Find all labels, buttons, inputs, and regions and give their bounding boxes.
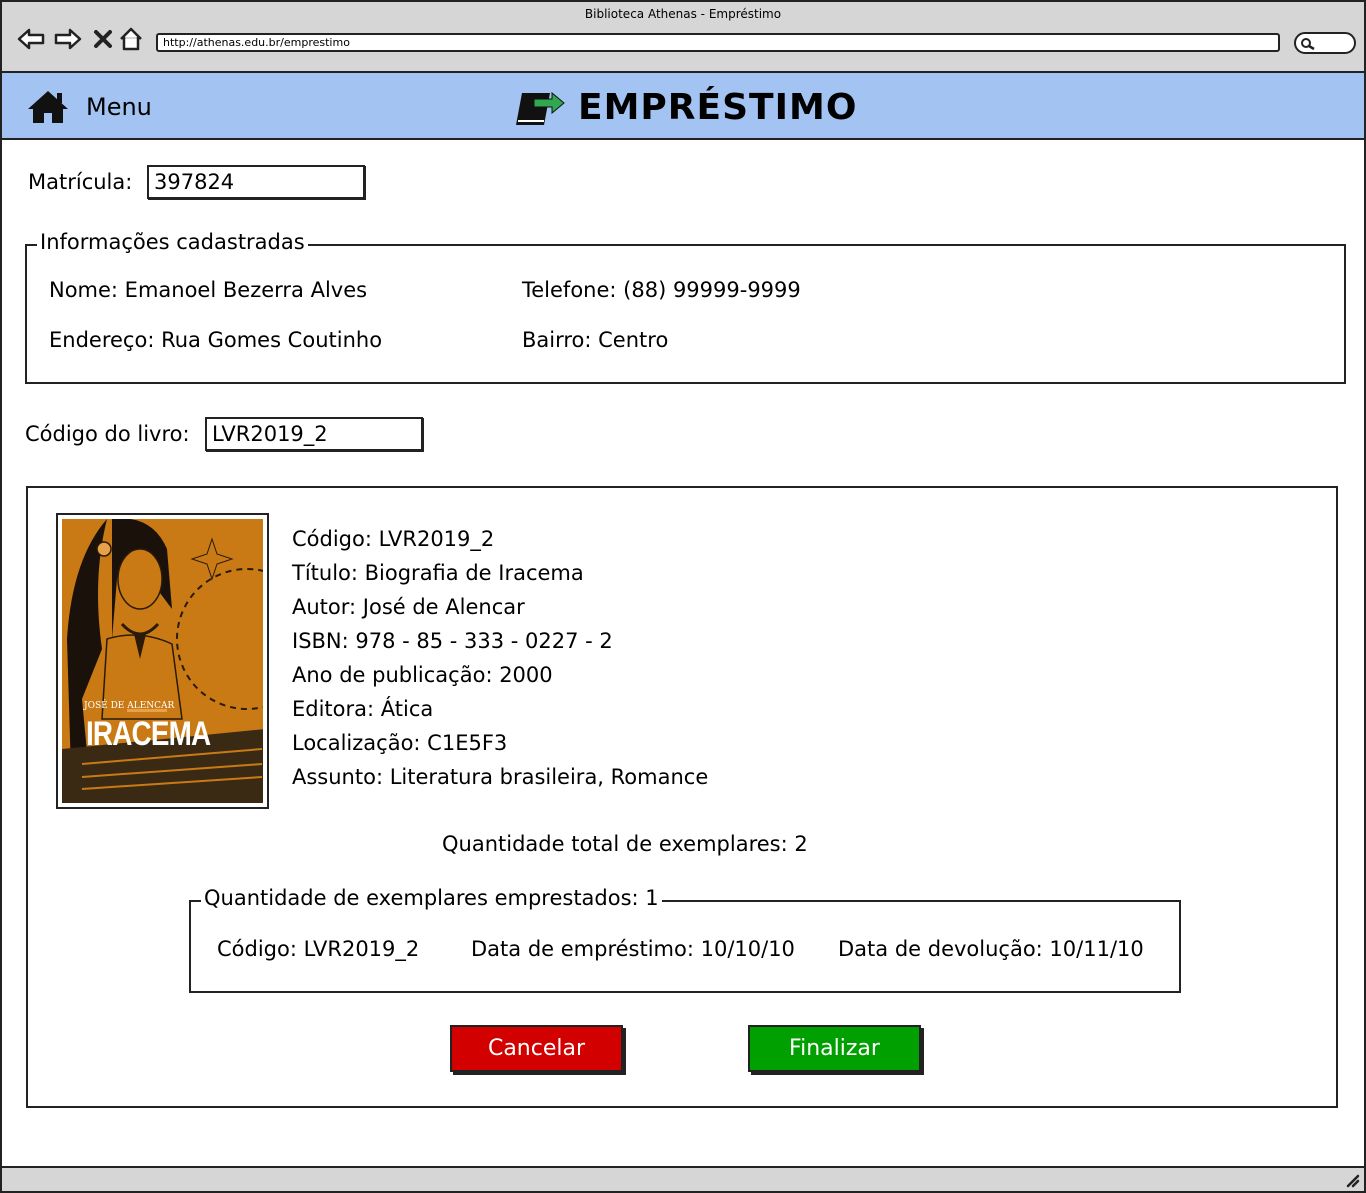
browser-search[interactable]	[1294, 32, 1356, 54]
registered-info-legend: Informações cadastradas	[37, 230, 308, 254]
home-icon	[28, 91, 68, 123]
book-titulo: Título: Biografia de Iracema	[292, 561, 584, 585]
page-heading: EMPRÉSTIMO	[514, 85, 857, 129]
loan-codigo: Código: LVR2019_2	[217, 937, 420, 961]
finish-button[interactable]: Finalizar	[748, 1025, 921, 1072]
book-assunto: Assunto: Literatura brasileira, Romance	[292, 765, 709, 789]
book-editora: Editora: Ática	[292, 697, 434, 721]
address-bar[interactable]: http://athenas.edu.br/emprestimo	[156, 33, 1280, 52]
loan-date: Data de empréstimo: 10/10/10	[471, 937, 795, 961]
loans-legend: Quantidade de exemplares emprestados: 1	[201, 886, 662, 910]
matricula-input[interactable]: 397824	[147, 165, 365, 199]
cover-author: JOSÉ DE ALENCAR	[84, 701, 175, 711]
browser-chrome: Biblioteca Athenas - Empréstimo http://a…	[2, 2, 1364, 73]
nome-text: Nome: Emanoel Bezerra Alves	[49, 278, 368, 302]
resize-grip-icon[interactable]	[1344, 1172, 1360, 1188]
total-copies-text: Quantidade total de exemplares: 2	[442, 832, 808, 856]
status-bar	[2, 1166, 1364, 1191]
page-title: EMPRÉSTIMO	[578, 86, 858, 128]
menu-label: Menu	[86, 93, 152, 121]
bairro-text: Bairro: Centro	[522, 328, 669, 352]
endereco-text: Endereço: Rua Gomes Coutinho	[49, 328, 383, 352]
book-autor: Autor: José de Alencar	[292, 595, 525, 619]
book-code-input[interactable]: LVR2019_2	[205, 417, 423, 451]
home-icon[interactable]	[116, 24, 146, 54]
stop-icon[interactable]	[88, 24, 118, 54]
book-code-label: Código do livro:	[25, 422, 190, 446]
book-ano: Ano de publicação: 2000	[292, 663, 553, 687]
cover-title: IRACEMA	[86, 715, 211, 753]
book-isbn: ISBN: 978 - 85 - 333 - 0227 - 2	[292, 629, 613, 653]
matricula-label: Matrícula:	[28, 170, 133, 194]
back-arrow-icon[interactable]	[16, 24, 46, 54]
telefone-text: Telefone: (88) 99999-9999	[522, 278, 801, 302]
menu-button[interactable]: Menu	[26, 87, 152, 127]
browser-window: Biblioteca Athenas - Empréstimo http://a…	[0, 0, 1366, 1193]
search-icon	[1301, 38, 1315, 51]
forward-arrow-icon[interactable]	[53, 24, 83, 54]
window-title: Biblioteca Athenas - Empréstimo	[584, 7, 782, 21]
registered-info-group	[25, 244, 1346, 384]
book-localizacao: Localização: C1E5F3	[292, 731, 508, 755]
cancel-button[interactable]: Cancelar	[450, 1025, 623, 1072]
book-codigo: Código: LVR2019_2	[292, 527, 495, 551]
return-date: Data de devolução: 10/11/10	[838, 937, 1144, 961]
cover-illustration	[62, 519, 263, 803]
book-cover: JOSÉ DE ALENCAR IRACEMA	[62, 519, 263, 803]
book-arrow-icon	[516, 91, 565, 125]
app-header: Menu EMPRÉSTIMO	[2, 73, 1364, 140]
book-cover-image: JOSÉ DE ALENCAR IRACEMA	[56, 513, 269, 809]
